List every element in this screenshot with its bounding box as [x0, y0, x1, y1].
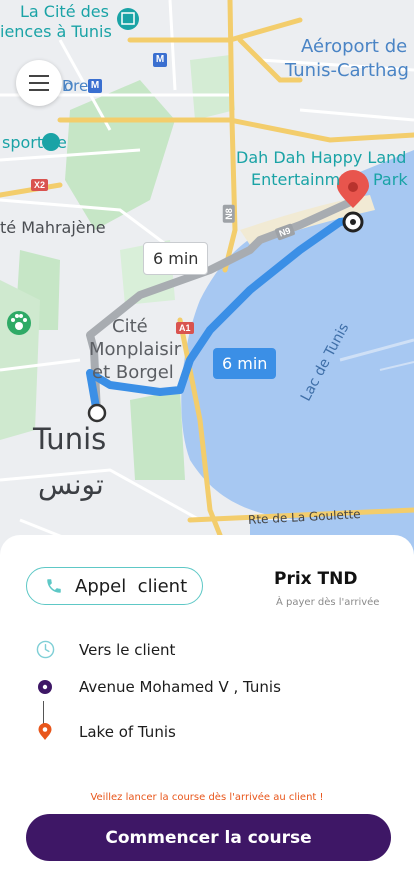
city-label: Tunis [33, 422, 107, 456]
metro-icon: M [88, 79, 102, 93]
phone-icon [47, 579, 61, 593]
step-origin: Avenue Mohamed V , Tunis [36, 678, 281, 696]
step-label: Vers le client [79, 640, 176, 659]
map-view[interactable]: La Cité des iences à Tunis Aéroport de T… [0, 0, 414, 560]
poi-label: sportive [2, 133, 67, 152]
poi-label: Entertainm [251, 170, 341, 189]
poi-label: Park [373, 170, 408, 189]
route-connector-line [43, 701, 44, 725]
road-shield: X2 [31, 179, 49, 191]
step-destination: Lake of Tunis [36, 723, 176, 741]
call-client-label: Appel client [75, 575, 188, 597]
step-to-client: Vers le client [36, 640, 175, 659]
call-client-button[interactable]: Appel client [26, 567, 203, 605]
step-label: Lake of Tunis [79, 723, 176, 741]
road-shield: N8 [222, 205, 235, 223]
start-ride-button[interactable]: Commencer la course [26, 814, 391, 861]
district-label: et Borgel [92, 362, 174, 383]
hamburger-icon [29, 75, 49, 77]
district-label: Cité [112, 316, 148, 337]
origin-dot-icon [38, 680, 52, 694]
route-origin-marker [87, 403, 107, 423]
destination-pin-icon [38, 723, 52, 740]
clock-icon [36, 640, 55, 659]
road-shield: A1 [176, 322, 194, 334]
poi-label: La Cité des [20, 2, 109, 21]
district-label: té Mahrajène [0, 218, 106, 237]
price-title: Prix TND [274, 569, 358, 589]
warning-text: Veillez lancer la course dès l'arrivée a… [90, 792, 324, 803]
city-label-arabic: تونس [38, 468, 104, 501]
menu-button[interactable] [16, 60, 62, 106]
airport-label: Tunis-Carthag [285, 60, 409, 81]
step-label: Avenue Mohamed V , Tunis [79, 678, 281, 696]
airport-label: Aéroport de [301, 36, 408, 57]
poi-label: iences à Tunis [0, 22, 112, 41]
price-subtitle: À payer dès l'arrivée [276, 597, 380, 608]
eta-main-route-badge[interactable]: 6 min [213, 348, 277, 379]
eta-alt-route-badge[interactable]: 6 min [143, 242, 209, 275]
metro-icon: M [153, 53, 167, 67]
poi-label: Dah Dah Happy Land [236, 148, 407, 167]
district-label: Monplaisir [89, 339, 182, 360]
poi-label: ore [64, 77, 89, 95]
